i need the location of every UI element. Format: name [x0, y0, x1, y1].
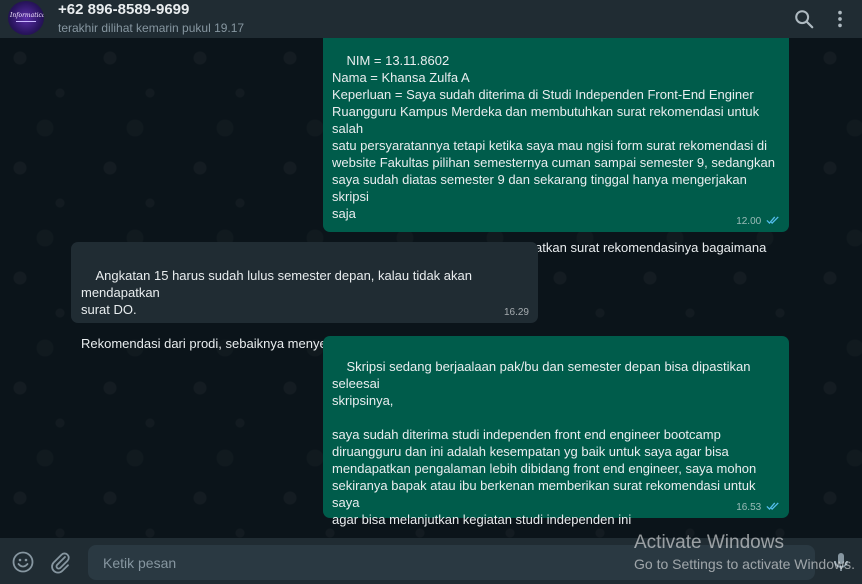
message-composer	[0, 538, 862, 584]
last-seen-status: terakhir dilihat kemarin pukul 19.17	[58, 21, 245, 35]
attach-icon[interactable]	[48, 550, 72, 574]
mic-icon[interactable]	[829, 550, 853, 574]
message-input-container	[88, 545, 815, 580]
menu-icon[interactable]	[829, 8, 851, 30]
message-outgoing[interactable]: NIM = 13.11.8602 Nama = Khansa Zulfa A K…	[323, 38, 789, 289]
contact-avatar[interactable]: Informatica	[8, 1, 44, 35]
emoji-icon[interactable]	[11, 550, 35, 574]
message-meta: 16.29	[504, 307, 529, 319]
read-ticks-icon	[766, 216, 779, 225]
chat-header: Informatica +62 896-8589-9699 terakhir d…	[0, 0, 862, 38]
avatar-logo-line	[16, 21, 36, 22]
message-text: Skripsi sedang berjaalaan pak/bu dan sem…	[332, 359, 757, 527]
search-icon[interactable]	[793, 8, 815, 30]
message-meta: 16.53	[736, 501, 780, 514]
message-time: 12.00	[736, 216, 762, 227]
message-list[interactable]: NIM = 13.11.8602 Nama = Khansa Zulfa A K…	[0, 38, 862, 538]
avatar-logo-text: Informatica	[10, 12, 44, 19]
message-input[interactable]	[88, 545, 815, 580]
message-time: 16.29	[503, 307, 529, 318]
contact-name[interactable]: +62 896-8589-9699	[58, 1, 189, 18]
read-ticks-icon	[766, 502, 779, 511]
message-meta: 12.00	[736, 215, 780, 228]
message-time: 16.53	[736, 502, 762, 513]
message-outgoing[interactable]: Skripsi sedang berjaalaan pak/bu dan sem…	[323, 336, 789, 527]
message-incoming[interactable]: Angkatan 15 harus sudah lulus semester d…	[71, 242, 538, 351]
